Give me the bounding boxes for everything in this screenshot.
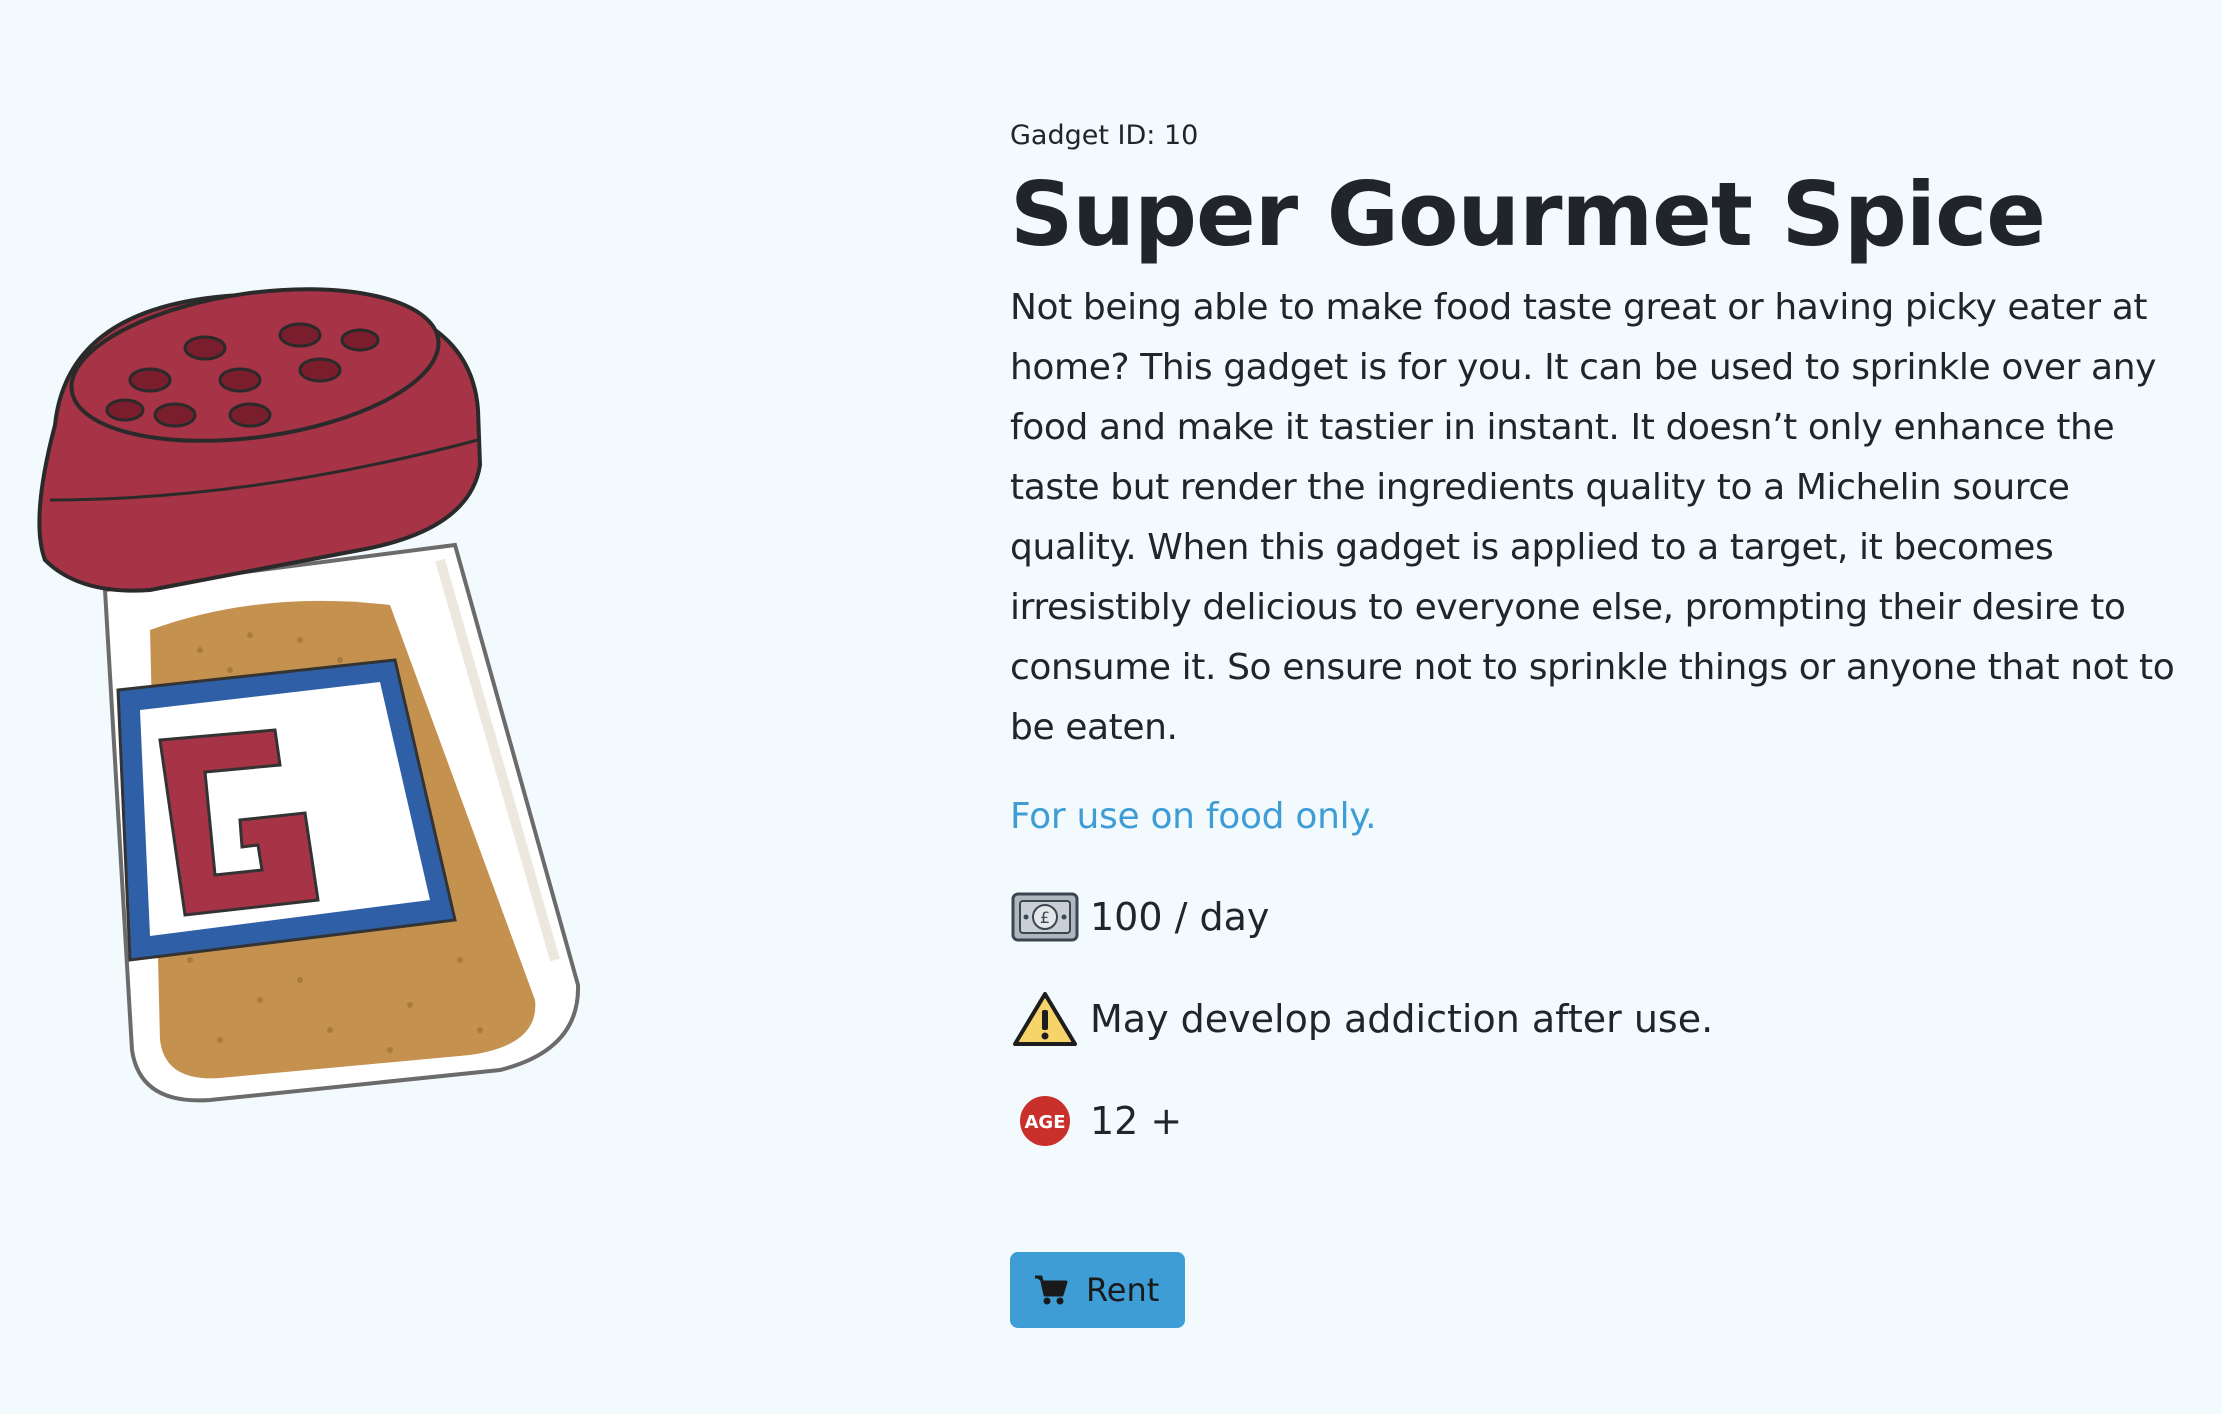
rent-button[interactable]: Rent — [1010, 1252, 1186, 1328]
warning-row: May develop addiction after use. — [1010, 984, 2190, 1054]
usage-note: For use on food only. — [1010, 796, 1377, 837]
svg-text:AGE: AGE — [1024, 1112, 1065, 1133]
spice-shaker-illustration — [37, 287, 581, 1103]
product-description: Not being able to make food taste great … — [1010, 287, 2175, 748]
product-image — [0, 260, 640, 1140]
price-row: £ 100 / day — [1010, 882, 2190, 952]
age-rating-text: 12 + — [1090, 1099, 1183, 1143]
product-title: Super Gourmet Spice — [1010, 163, 2046, 266]
age-rating-row: AGE 12 + — [1010, 1086, 2190, 1156]
price-text: 100 / day — [1090, 895, 1270, 939]
gadget-detail-page: Gadget ID: 10 Super Gourmet Spice Not be… — [0, 0, 2222, 1414]
gadget-id: Gadget ID: 10 — [1010, 120, 1199, 151]
warning-text: May develop addiction after use. — [1090, 997, 1714, 1041]
svg-text:£: £ — [1040, 908, 1050, 927]
rent-button-label: Rent — [1086, 1271, 1160, 1309]
age-badge-icon: AGE — [1010, 1086, 1080, 1156]
banknote-pound-icon: £ — [1010, 882, 1080, 952]
warning-icon — [1010, 984, 1080, 1054]
cart-icon — [1034, 1274, 1068, 1306]
product-details: Gadget ID: 10 Super Gourmet Spice Not be… — [1010, 118, 2190, 1328]
